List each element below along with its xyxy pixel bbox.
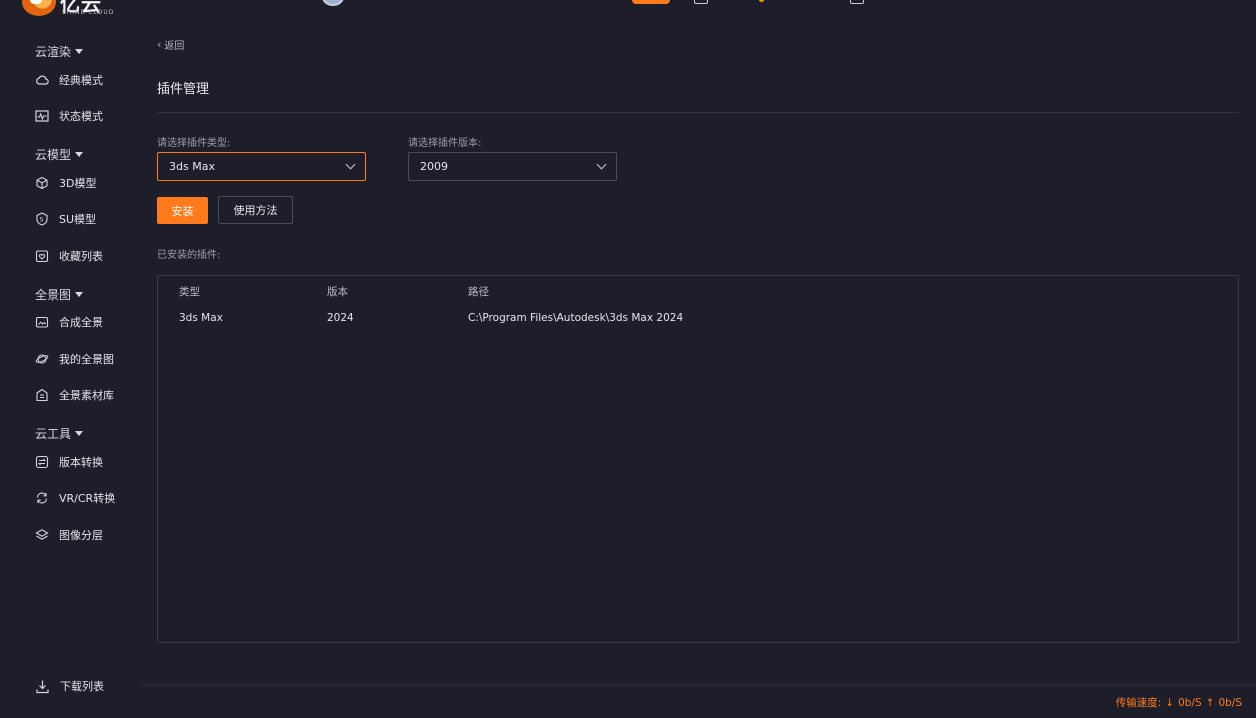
sidebar-section-cloud-tools[interactable]: 云工具	[35, 425, 84, 442]
svg-text:S: S	[40, 217, 44, 224]
speed-label: 传输速度:	[1115, 697, 1162, 709]
plugin-version-value: 2009	[420, 160, 448, 173]
usage-button[interactable]: 使用方法	[218, 196, 293, 224]
sidebar-item-3d-model[interactable]: 3D模型	[35, 173, 135, 193]
top-tab-active[interactable]	[632, 0, 670, 4]
library-icon	[36, 388, 48, 402]
sidebar-section-label: 云渲染	[35, 45, 72, 59]
top-bar: 亿云 SHINE CLOUD	[0, 0, 1256, 20]
sidebar-item-version-convert[interactable]: 版本转换	[35, 452, 135, 472]
su-shield-icon: S	[36, 212, 48, 226]
sidebar-section-label: 云模型	[35, 148, 72, 162]
sidebar-item-su-model[interactable]: S SU模型	[35, 209, 135, 229]
plugin-type-value: 3ds Max	[169, 160, 215, 173]
top-toolbar-icon[interactable]	[850, 0, 864, 4]
download-list-label: 下载列表	[60, 680, 104, 693]
logo-brand-sub: SHINE CLOUD	[62, 9, 115, 16]
user-avatar[interactable]	[322, 0, 344, 6]
sidebar-item-label: 3D模型	[59, 177, 97, 190]
arrow-up-icon: ↑	[1205, 696, 1215, 709]
chevron-down-icon	[345, 159, 356, 170]
app-logo: 亿云 SHINE CLOUD	[22, 0, 122, 18]
sidebar-item-label: 图像分层	[59, 529, 103, 542]
pulse-monitor-icon	[35, 110, 49, 122]
cube-icon	[36, 176, 48, 190]
sidebar-item-classic-mode[interactable]: 经典模式	[35, 70, 135, 90]
sidebar-section-label: 云工具	[35, 427, 72, 441]
sidebar-item-label: 我的全景图	[59, 353, 114, 366]
column-header-version: 版本	[327, 286, 348, 298]
top-notification-icon[interactable]	[759, 0, 764, 2]
installed-plugins-label: 已安装的插件:	[157, 250, 221, 261]
cell-path: C:\Program Files\Autodesk\3ds Max 2024	[468, 312, 684, 324]
chevron-down-icon	[596, 159, 607, 170]
orbit-globe-icon	[35, 354, 49, 364]
chevron-left-icon: ‹	[157, 38, 162, 51]
transfer-speed: 传输速度: ↓ 0b/S ↑ 0b/S	[1116, 695, 1242, 710]
sidebar-item-label: 全景素材库	[59, 389, 114, 402]
sidebar-item-label: VR/CR转换	[59, 492, 116, 505]
sidebar-section-cloud-render[interactable]: 云渲染	[35, 43, 84, 60]
title-divider	[157, 112, 1239, 113]
sidebar-item-favorites[interactable]: 收藏列表	[35, 246, 135, 266]
sidebar-item-image-layers[interactable]: 图像分层	[35, 525, 135, 545]
sidebar-item-label: 合成全景	[59, 316, 103, 329]
back-link[interactable]: ‹ 返回	[157, 37, 184, 52]
sidebar-section-cloud-model[interactable]: 云模型	[35, 146, 84, 163]
upload-speed: 0b/S	[1218, 696, 1242, 709]
sidebar-item-download-list[interactable]: 下载列表	[35, 678, 104, 694]
cell-version: 2024	[327, 312, 354, 324]
layers-icon	[35, 529, 49, 540]
sidebar-item-status-mode[interactable]: 状态模式	[35, 106, 135, 126]
sync-icon	[36, 492, 48, 504]
sidebar-item-label: 版本转换	[59, 456, 103, 469]
sidebar-section-label: 全景图	[35, 288, 72, 302]
sidebar-item-label: 状态模式	[59, 110, 103, 123]
logo-mark-icon	[22, 0, 56, 16]
cell-type: 3ds Max	[179, 312, 223, 324]
sidebar-item-compose-panorama[interactable]: 合成全景	[35, 312, 135, 332]
installed-plugins-table: 类型 版本 路径 3ds Max 2024 C:\Program Files\A…	[157, 275, 1239, 643]
install-button[interactable]: 安装	[157, 197, 208, 224]
sidebar-item-panorama-library[interactable]: 全景素材库	[35, 385, 135, 405]
convert-icon	[35, 455, 49, 469]
sidebar-item-label: 收藏列表	[59, 250, 103, 263]
panorama-compose-icon	[35, 316, 49, 328]
sidebar-item-vr-cr-convert[interactable]: VR/CR转换	[35, 488, 135, 508]
caret-down-icon	[75, 292, 84, 297]
page-title: 插件管理	[157, 82, 210, 97]
column-header-path: 路径	[468, 286, 489, 298]
plugin-version-select[interactable]: 2009	[408, 152, 617, 181]
heart-box-icon	[35, 250, 49, 263]
download-speed: 0b/S	[1178, 696, 1202, 709]
sidebar-item-label: 经典模式	[59, 74, 103, 87]
download-icon	[36, 680, 49, 693]
caret-down-icon	[75, 152, 84, 157]
back-label: 返回	[164, 41, 185, 52]
caret-down-icon	[75, 431, 84, 436]
cloud-icon	[36, 75, 49, 85]
sidebar-item-label: SU模型	[59, 213, 97, 226]
caret-down-icon	[75, 49, 84, 54]
arrow-down-icon: ↓	[1165, 696, 1175, 709]
footer-divider	[140, 684, 1256, 685]
plugin-type-label: 请选择插件类型:	[157, 138, 231, 149]
plugin-type-select[interactable]: 3ds Max	[157, 152, 366, 181]
plugin-version-label: 请选择插件版本:	[408, 138, 482, 149]
sidebar-item-my-panoramas[interactable]: 我的全景图	[35, 349, 135, 369]
column-header-type: 类型	[179, 286, 200, 298]
top-toolbar-icon[interactable]	[694, 0, 708, 4]
sidebar-section-panorama[interactable]: 全景图	[35, 286, 84, 303]
